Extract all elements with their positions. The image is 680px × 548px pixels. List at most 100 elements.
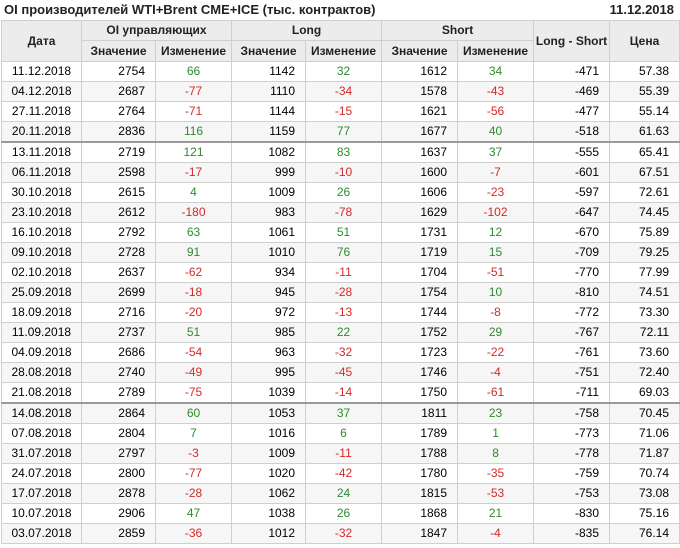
cell-short-change: -8 (457, 302, 535, 323)
cell-long-short: -759 (533, 463, 611, 484)
cell-oi-change: -54 (154, 342, 233, 363)
cell-oi-change: 66 (154, 61, 233, 82)
cell-oi-change: -18 (154, 282, 233, 303)
cell-oi-change: 51 (154, 322, 233, 343)
cell-long-change: 83 (305, 141, 383, 163)
cell-oi-change: 63 (154, 222, 233, 243)
table-row: 16.10.2018 2792 63 1061 51 1731 12 -670 75.89 (1, 222, 680, 243)
cell-date: 16.10.2018 (1, 222, 82, 243)
cell-long-change: -14 (305, 382, 383, 404)
cell-oi-value: 2686 (81, 342, 156, 363)
cell-date: 02.10.2018 (1, 262, 82, 283)
cell-long-change: -45 (305, 362, 383, 383)
cell-oi-value: 2792 (81, 222, 156, 243)
cell-price: 71.06 (609, 423, 680, 444)
table-row: 06.11.2018 2598 -17 999 -10 1600 -7 -601 67.51 (1, 162, 680, 183)
cell-long-value: 1009 (231, 182, 307, 203)
table-row: 31.07.2018 2797 -3 1009 -11 1788 8 -778 71.87 (1, 443, 680, 464)
cell-oi-change: 47 (154, 503, 233, 524)
cell-long-short: -518 (533, 121, 611, 143)
table-row: 07.08.2018 2804 7 1016 6 1789 1 -773 71.06 (1, 423, 680, 444)
cell-date: 13.11.2018 (1, 141, 82, 163)
cell-oi-value: 2878 (81, 483, 156, 504)
cell-oi-change: 4 (154, 182, 233, 203)
cell-short-change: 34 (457, 61, 535, 82)
cell-oi-change: -49 (154, 362, 233, 383)
cell-oi-change: 91 (154, 242, 233, 263)
cell-oi-value: 2728 (81, 242, 156, 263)
cell-oi-change: 121 (154, 141, 233, 163)
cell-long-change: -11 (305, 262, 383, 283)
table-row: 04.09.2018 2686 -54 963 -32 1723 -22 -761 73.60 (1, 342, 680, 363)
cell-price: 67.51 (609, 162, 680, 183)
cell-price: 72.61 (609, 182, 680, 203)
cell-price: 69.03 (609, 382, 680, 404)
cell-oi-change: 60 (154, 402, 233, 424)
cell-long-change: -28 (305, 282, 383, 303)
cell-oi-value: 2687 (81, 81, 156, 102)
cell-date: 20.11.2018 (1, 121, 82, 143)
col-header-date: Дата (1, 20, 82, 62)
table-header: Дата OI управляющих Long Short Long - Sh… (1, 20, 680, 62)
table-row: 03.07.2018 2859 -36 1012 -32 1847 -4 -835 76.14 (1, 523, 680, 544)
cell-short-change: 8 (457, 443, 535, 464)
cell-long-value: 1061 (231, 222, 307, 243)
cell-long-short: -758 (533, 402, 611, 424)
cell-oi-value: 2754 (81, 61, 156, 82)
cell-date: 25.09.2018 (1, 282, 82, 303)
table-row: 17.07.2018 2878 -28 1062 24 1815 -53 -753 73.08 (1, 483, 680, 504)
cell-date: 11.12.2018 (1, 61, 82, 82)
cell-oi-change: -20 (154, 302, 233, 323)
cell-short-change: -51 (457, 262, 535, 283)
col-header-long-change: Изменение (305, 40, 383, 62)
cell-long-short: -773 (533, 423, 611, 444)
cell-short-change: -7 (457, 162, 535, 183)
cell-long-value: 1009 (231, 443, 307, 464)
cell-price: 72.11 (609, 322, 680, 343)
cell-long-short: -471 (533, 61, 611, 82)
table-row: 11.12.2018 2754 66 1142 32 1612 34 -471 57.38 (1, 61, 680, 82)
cell-long-change: -11 (305, 443, 383, 464)
cell-price: 74.51 (609, 282, 680, 303)
cell-long-value: 1020 (231, 463, 307, 484)
cell-long-value: 1010 (231, 242, 307, 263)
cell-oi-change: -77 (154, 81, 233, 102)
cell-oi-value: 2598 (81, 162, 156, 183)
table-row: 27.11.2018 2764 -71 1144 -15 1621 -56 -477 55.14 (1, 101, 680, 122)
cell-price: 79.25 (609, 242, 680, 263)
cell-date: 24.07.2018 (1, 463, 82, 484)
table-row: 14.08.2018 2864 60 1053 37 1811 23 -758 70.45 (1, 402, 680, 424)
cell-long-value: 1144 (231, 101, 307, 122)
cell-oi-change: 7 (154, 423, 233, 444)
report-title: OI производителей WTI+Brent CME+ICE (тыс… (4, 2, 376, 17)
cell-short-change: 37 (457, 141, 535, 163)
cell-date: 18.09.2018 (1, 302, 82, 323)
cell-short-change: 29 (457, 322, 535, 343)
cell-long-short: -601 (533, 162, 611, 183)
cell-oi-change: -3 (154, 443, 233, 464)
cell-long-change: -34 (305, 81, 383, 102)
cell-price: 70.45 (609, 402, 680, 424)
cell-long-value: 1016 (231, 423, 307, 444)
table-row: 20.11.2018 2836 116 1159 77 1677 40 -518 61.63 (1, 121, 680, 143)
cell-oi-value: 2789 (81, 382, 156, 404)
cell-long-change: -13 (305, 302, 383, 323)
cell-long-short: -761 (533, 342, 611, 363)
cell-short-change: -22 (457, 342, 535, 363)
cell-long-value: 995 (231, 362, 307, 383)
cell-oi-value: 2612 (81, 202, 156, 223)
cell-short-value: 1868 (381, 503, 459, 524)
cell-long-value: 1012 (231, 523, 307, 544)
cell-oi-value: 2906 (81, 503, 156, 524)
cell-short-change: -102 (457, 202, 535, 223)
col-header-short-value: Значение (381, 40, 459, 62)
cell-price: 55.14 (609, 101, 680, 122)
cell-price: 72.40 (609, 362, 680, 383)
cell-date: 06.11.2018 (1, 162, 82, 183)
cell-long-short: -751 (533, 362, 611, 383)
cell-oi-value: 2836 (81, 121, 156, 143)
cell-short-value: 1788 (381, 443, 459, 464)
col-header-long-value: Значение (231, 40, 307, 62)
cell-short-change: -4 (457, 362, 535, 383)
cell-short-change: -4 (457, 523, 535, 544)
